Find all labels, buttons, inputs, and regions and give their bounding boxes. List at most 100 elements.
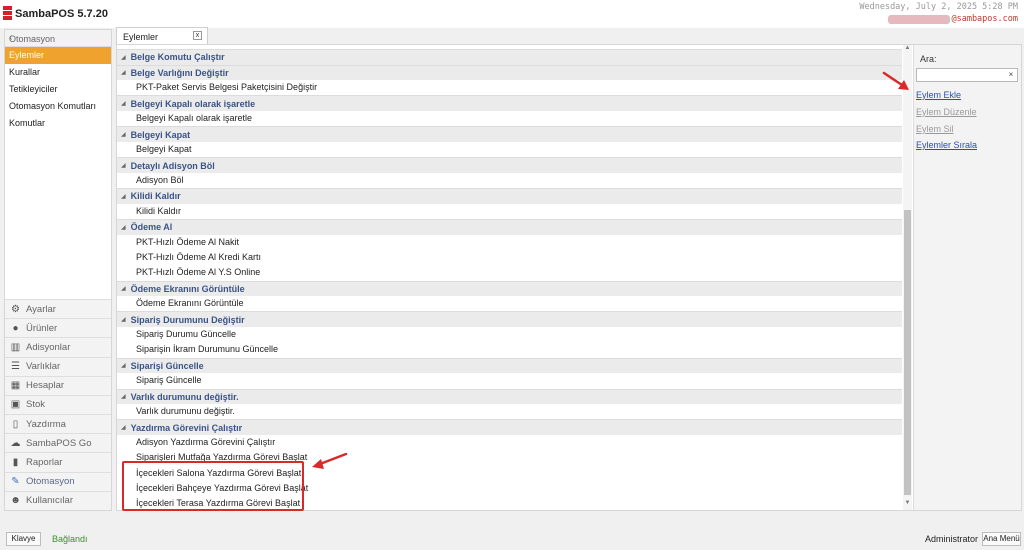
sidebar-item[interactable]: Komutlar: [5, 115, 111, 132]
nav-item[interactable]: ▮ Raporlar: [5, 452, 111, 472]
current-user: Administrator: [924, 534, 978, 544]
calculator-icon: ▦: [10, 380, 21, 392]
group-header[interactable]: ◢ Ödeme Ekranını Görüntüle: [117, 280, 902, 297]
tab-eylemler[interactable]: Eylemler x: [116, 27, 208, 44]
collapse-triangle-icon[interactable]: ◢: [121, 393, 126, 400]
delete-action-link[interactable]: Eylem Sil: [916, 124, 954, 134]
action-row[interactable]: Adisyon Yazdırma Görevini Çalıştır: [117, 435, 902, 450]
group-header[interactable]: ◢ Kilidi Kaldır: [117, 188, 902, 204]
main-menu-button[interactable]: Ana Menü: [982, 532, 1021, 546]
nav-item[interactable]: ● Ürünler: [5, 318, 111, 338]
nav-item[interactable]: ▦ Hesaplar: [5, 375, 111, 395]
action-row[interactable]: PKT-Hızlı Ödeme Al Y.S Online: [117, 265, 902, 280]
sidebar-item[interactable]: Otomasyon Komutları: [5, 98, 111, 115]
group-title: Siparişi Güncelle: [130, 360, 204, 371]
action-row[interactable]: PKT-Paket Servis Belgesi Paketçisini Değ…: [117, 80, 902, 95]
group-title: Varlık durumunu değiştir.: [130, 391, 239, 402]
search-input[interactable]: ×: [916, 68, 1018, 82]
search-label: Ara:: [920, 54, 937, 64]
collapse-triangle-icon[interactable]: ◢: [121, 362, 126, 369]
collapse-triangle-icon[interactable]: ◢: [121, 285, 126, 292]
list-icon: ☰: [11, 361, 20, 373]
chevron-left-icon[interactable]: ‹: [9, 32, 105, 43]
scroll-up-icon[interactable]: ▲: [903, 45, 912, 55]
action-row[interactable]: Siparişin İkram Durumunu Güncelle: [117, 342, 902, 357]
highlight-box: [122, 461, 304, 511]
group-header[interactable]: ◢ Sipariş Durumunu Değiştir: [117, 311, 902, 328]
collapse-triangle-icon[interactable]: ◢: [121, 162, 126, 169]
action-row[interactable]: Belgeyi Kapalı olarak işaretle: [117, 111, 902, 126]
group-header[interactable]: ◢ Siparişi Güncelle: [117, 357, 902, 374]
group-header[interactable]: ◢ Ödeme Al: [117, 219, 902, 235]
nav-item[interactable]: ▣ Stok: [5, 394, 111, 415]
nav-item[interactable]: ☁ SambaPOS Go: [5, 433, 111, 453]
collapse-triangle-icon[interactable]: ◢: [121, 69, 126, 76]
edit-action-link[interactable]: Eylem Düzenle: [916, 107, 977, 117]
group-header[interactable]: ◢ Belgeyi Kapalı olarak işaretle: [117, 95, 902, 112]
nav-item-label: Ürünler: [26, 322, 58, 334]
collapse-triangle-icon[interactable]: ◢: [121, 131, 126, 138]
collapse-triangle-icon[interactable]: ◢: [121, 100, 126, 107]
group-title: Kilidi Kaldır: [130, 191, 181, 202]
sidebar-header[interactable]: Otomasyon ‹: [5, 30, 111, 47]
collapse-triangle-icon[interactable]: ◢: [121, 316, 126, 323]
collapse-triangle-icon[interactable]: ◢: [121, 424, 126, 431]
nav-item-label: Yazdırma: [26, 418, 66, 430]
keyboard-button[interactable]: Klavye: [6, 532, 41, 546]
sidebar-item[interactable]: Tetikleyiciler: [5, 81, 111, 98]
group-title: Yazdırma Görevini Çalıştır: [130, 422, 243, 433]
nav-item[interactable]: ▥ Adisyonlar: [5, 337, 111, 357]
action-row[interactable]: PKT-Hızlı Ödeme Al Nakit: [117, 235, 902, 250]
email-suffix: @sambapos.com: [951, 14, 1018, 24]
nav-item[interactable]: ☻ Kullanıcılar: [5, 490, 111, 510]
nav-item[interactable]: ✎ Otomasyon: [5, 471, 111, 491]
action-row[interactable]: Sipariş Durumu Güncelle: [117, 327, 902, 342]
group-title: Sipariş Durumunu Değiştir: [130, 314, 245, 325]
nav-item-label: Raporlar: [26, 457, 63, 469]
sidebar-items: Eylemler Kurallar Tetikleyiciler Otomasyon …: [5, 47, 111, 132]
box-icon: ▣: [10, 399, 21, 411]
action-row[interactable]: Kilidi Kaldır: [117, 204, 902, 219]
action-row[interactable]: Belgeyi Kapat: [117, 142, 902, 157]
nav-item[interactable]: ☰ Varlıklar: [5, 356, 111, 376]
connection-status: Bağlandı: [52, 534, 88, 544]
sort-actions-link[interactable]: Eylemler Sırala: [916, 140, 977, 150]
vertical-scrollbar[interactable]: ▲ ▼: [903, 45, 912, 510]
apple-icon: ●: [12, 322, 19, 334]
pen-icon: ✎: [11, 476, 20, 488]
action-row[interactable]: Sipariş Güncelle: [117, 373, 902, 388]
collapse-triangle-icon[interactable]: ◢: [121, 54, 126, 61]
group-title: Belge Komutu Çalıştır: [130, 52, 225, 63]
nav-item[interactable]: ▯ Yazdırma: [5, 414, 111, 434]
module-navigation: ⚙ Ayarlar ● Ürünler ▥ Adisyonlar ☰ Varlıklar ▦ He…: [5, 298, 111, 510]
action-row[interactable]: Varlık durumunu değiştir.: [117, 404, 902, 419]
group-header[interactable]: ◢ Belge Komutu Çalıştır: [117, 49, 902, 65]
nav-item-label: Varlıklar: [26, 361, 61, 373]
scroll-down-icon[interactable]: ▼: [903, 500, 912, 510]
collapse-triangle-icon[interactable]: ◢: [121, 224, 126, 231]
left-sidebar: Otomasyon ‹ Eylemler Kurallar Tetikleyicil…: [4, 29, 112, 511]
app-title: SambaPOS 5.7.20: [15, 8, 108, 20]
group-header[interactable]: ◢ Belge Varlığını Değiştir: [117, 64, 902, 81]
sidebar-item[interactable]: Eylemler: [5, 47, 111, 64]
nav-item-label: Stok: [26, 399, 46, 411]
clear-search-icon[interactable]: ×: [1006, 70, 1016, 80]
scroll-thumb[interactable]: [904, 210, 911, 495]
user-icon: ☻: [10, 495, 21, 507]
nav-item-label: Otomasyon: [26, 476, 75, 488]
group-header[interactable]: ◢ Detaylı Adisyon Böl: [117, 157, 902, 173]
collapse-triangle-icon[interactable]: ◢: [121, 193, 126, 200]
group-header[interactable]: ◢ Yazdırma Görevini Çalıştır: [117, 419, 902, 435]
nav-item-label: Kullanıcılar: [26, 495, 73, 507]
action-row[interactable]: Adisyon Böl: [117, 173, 902, 188]
action-row[interactable]: PKT-Hızlı Ödeme Al Kredi Kartı: [117, 250, 902, 265]
nav-item[interactable]: ⚙ Ayarlar: [5, 298, 111, 319]
nav-item-label: SambaPOS Go: [26, 437, 92, 449]
sidebar-item[interactable]: Kurallar: [5, 64, 111, 81]
close-icon[interactable]: x: [193, 31, 202, 40]
group-header[interactable]: ◢ Belgeyi Kapat: [117, 126, 902, 142]
add-action-link[interactable]: Eylem Ekle: [916, 90, 961, 100]
action-row[interactable]: Ödeme Ekranını Görüntüle: [117, 296, 902, 311]
main-panel: ◢ Belge Komutu Çalıştır ◢ Belge Varlığını D…: [116, 44, 1022, 511]
group-header[interactable]: ◢ Varlık durumunu değiştir.: [117, 388, 902, 405]
